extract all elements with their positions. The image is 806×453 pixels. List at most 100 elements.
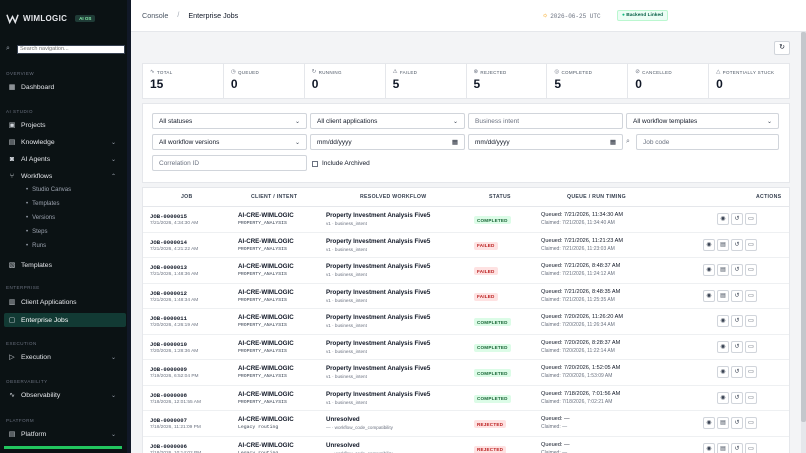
history-button[interactable]: ↺ (731, 417, 743, 429)
job-id[interactable]: JOB-0000009 (150, 366, 187, 373)
sidebar-sub-runs[interactable]: • Runs (26, 243, 46, 249)
table-row[interactable]: JOB-0000014 7/21/2026, 4:21:22 AM AI-CRE-W… (143, 233, 789, 258)
calendar-icon[interactable]: ▦ (452, 138, 458, 146)
document-button[interactable]: ▤ (717, 442, 729, 453)
sidebar-item-projects[interactable]: ▣ Projects (4, 118, 126, 132)
document-button[interactable]: ▤ (717, 417, 729, 429)
archive-button[interactable]: ▭ (745, 264, 757, 276)
view-button[interactable]: ◉ (703, 289, 715, 302)
sidebar-item-templates[interactable]: ▧ Templates (4, 258, 126, 272)
history-button[interactable]: ↺ (731, 264, 743, 276)
table-row[interactable]: JOB-0000013 7/21/2026, 1:48:36 AM AI-CRE-W… (143, 258, 789, 284)
job-id[interactable]: JOB-0000010 (150, 341, 187, 348)
job-date: 7/18/2026, 12:01:55 AM (150, 399, 201, 405)
checkbox-box[interactable] (312, 160, 318, 167)
workflow-version-select[interactable]: All workflow versions ⌄ (152, 134, 307, 150)
sidebar-sub-steps[interactable]: • Steps (26, 229, 47, 235)
sidebar-item-label: Enterprise Jobs (21, 316, 69, 324)
view-button[interactable]: ◉ (717, 366, 729, 378)
table-row[interactable]: JOB-0000010 7/20/2026, 1:28:36 AM AI-CRE-W… (143, 335, 789, 360)
archive-button[interactable]: ▭ (745, 391, 757, 404)
job-id[interactable]: JOB-0000012 (150, 290, 187, 297)
job-id[interactable]: JOB-0000007 (150, 417, 187, 424)
document-button[interactable]: ▤ (717, 289, 729, 302)
view-button[interactable]: ◉ (717, 340, 729, 353)
history-button[interactable]: ↺ (731, 289, 743, 302)
archive-button[interactable]: ▭ (745, 417, 757, 429)
client-name: AI-CRE-WIMLOGIC (238, 390, 294, 398)
calendar-icon[interactable]: ▦ (610, 138, 616, 146)
view-button[interactable]: ◉ (717, 213, 729, 225)
sidebar-item-label: Client Applications (21, 298, 77, 306)
job-id[interactable]: JOB-0000015 (150, 213, 187, 220)
client-intent: PROPERTY_ANALYSIS (238, 399, 287, 405)
queued-time: Queued: 7/21/2026, 8:48:35 AM (541, 288, 621, 295)
sidebar-sub-versions[interactable]: • Versions (26, 215, 55, 221)
job-id[interactable]: JOB-0000013 (150, 264, 187, 271)
archive-button[interactable]: ▭ (745, 289, 757, 302)
view-button[interactable]: ◉ (703, 442, 715, 453)
sidebar-scrollbar[interactable] (127, 0, 131, 453)
history-button[interactable]: ↺ (731, 366, 743, 378)
status-select[interactable]: All statuses ⌄ (152, 113, 307, 129)
history-button[interactable]: ↺ (731, 213, 743, 225)
sidebar-item-observability[interactable]: ∿ Observability ⌄ (4, 388, 126, 402)
sidebar-item-dashboard[interactable]: ▦ Dashboard (4, 80, 126, 94)
sidebar-sub-templates[interactable]: • Templates (26, 201, 59, 207)
business-intent-input[interactable]: Business intent (468, 113, 623, 129)
job-code-input[interactable]: Job code (636, 134, 779, 150)
history-button[interactable]: ↺ (731, 315, 743, 327)
sidebar-item-ai-agents[interactable]: ◙ AI Agents ⌄ (4, 152, 126, 166)
archive-button[interactable]: ▭ (745, 366, 757, 378)
archive-button[interactable]: ▭ (745, 442, 757, 453)
archive-button[interactable]: ▭ (745, 213, 757, 225)
workflow-version: v1 · business_intent (326, 323, 367, 328)
job-id[interactable]: JOB-0000008 (150, 392, 187, 399)
archive-button[interactable]: ▭ (745, 238, 757, 251)
job-id[interactable]: JOB-0000014 (150, 239, 187, 246)
sidebar-item-label: Platform (21, 430, 47, 438)
view-button[interactable]: ◉ (703, 264, 715, 276)
document-button[interactable]: ▤ (717, 238, 729, 251)
document-icon: ▤ (720, 445, 726, 452)
date-to-input[interactable]: mm/dd/yyyy ▦ (468, 134, 623, 150)
history-button[interactable]: ↺ (731, 340, 743, 353)
archive-button[interactable]: ▭ (745, 340, 757, 353)
job-id[interactable]: JOB-0000006 (150, 443, 187, 450)
history-button[interactable]: ↺ (731, 391, 743, 404)
breadcrumb-console[interactable]: Console (142, 11, 168, 20)
archive-button[interactable]: ▭ (745, 315, 757, 327)
client-application-select[interactable]: All client applications ⌄ (310, 113, 465, 129)
table-row[interactable]: JOB-0000008 7/18/2026, 12:01:55 AM AI-CRE-… (143, 386, 789, 411)
sidebar-item-enterprise-jobs[interactable]: ▢ Enterprise Jobs (4, 313, 126, 327)
table-row[interactable]: JOB-0000015 7/21/2026, 4:34:30 AM AI-CRE-W… (143, 207, 789, 233)
sidebar-item-client-applications[interactable]: ▥ Client Applications (4, 295, 126, 309)
stat-label: ⊗ REJECTED (473, 69, 507, 75)
nav-search-input[interactable] (17, 44, 125, 54)
view-button[interactable]: ◉ (703, 238, 715, 251)
page-scrollbar-thumb[interactable] (801, 32, 806, 422)
sidebar-item-platform[interactable]: ▤ Platform ⌄ (4, 427, 126, 441)
table-row[interactable]: JOB-0000009 7/19/2026, 6:52:04 PM AI-CRE-W… (143, 360, 789, 386)
correlation-id-input[interactable]: Correlation ID (152, 155, 307, 171)
date-from-input[interactable]: mm/dd/yyyy ▦ (310, 134, 465, 150)
table-row[interactable]: JOB-0000012 7/21/2026, 1:48:34 AM AI-CRE-W… (143, 284, 789, 309)
play-icon: ▷ (9, 354, 15, 361)
include-archived-checkbox[interactable]: Include Archived (312, 160, 370, 167)
sidebar-item-execution[interactable]: ▷ Execution ⌄ (4, 350, 126, 364)
sidebar-sub-studio-canvas[interactable]: • Studio Canvas (26, 187, 71, 193)
document-button[interactable]: ▤ (717, 264, 729, 276)
job-id[interactable]: JOB-0000011 (150, 315, 187, 322)
workflow-template-select[interactable]: All workflow templates ⌄ (626, 113, 779, 129)
sidebar-item-knowledge[interactable]: ▤ Knowledge ⌄ (4, 135, 126, 149)
history-button[interactable]: ↺ (731, 442, 743, 453)
table-row[interactable]: JOB-0000011 7/20/2026, 4:26:19 AM AI-CRE-W… (143, 309, 789, 335)
view-button[interactable]: ◉ (717, 391, 729, 404)
history-button[interactable]: ↺ (731, 238, 743, 251)
table-row[interactable]: JOB-0000007 7/18/2026, 11:21:09 PM AI-CRE-… (143, 411, 789, 437)
sidebar-item-workflows[interactable]: ⑂ Workflows ⌃ (4, 169, 126, 183)
refresh-button[interactable]: ↻ (774, 41, 790, 55)
table-row[interactable]: JOB-0000006 7/18/2026, 10:14:02 PM AI-CRE-… (143, 437, 789, 453)
view-button[interactable]: ◉ (703, 417, 715, 429)
view-button[interactable]: ◉ (717, 315, 729, 327)
